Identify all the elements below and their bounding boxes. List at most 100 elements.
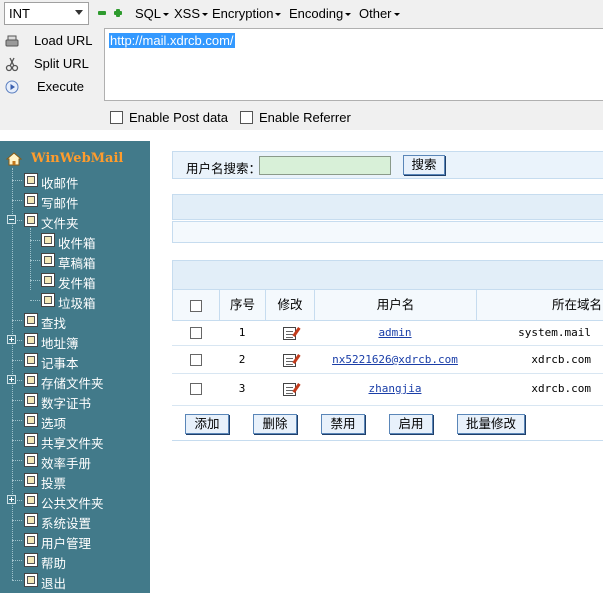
- tree-connector: [12, 360, 22, 361]
- edit-icon[interactable]: [283, 382, 296, 396]
- select-all-cell: [173, 290, 220, 320]
- batch-edit-button[interactable]: 批量修改: [457, 414, 525, 434]
- collapse-icon[interactable]: [7, 215, 16, 224]
- tree-connector: [12, 480, 22, 481]
- search-button[interactable]: 搜索: [403, 155, 445, 175]
- tree-connector: [12, 200, 22, 201]
- row-username-link[interactable]: zhangjia: [314, 373, 476, 405]
- sidebar-item-label: 退出: [41, 577, 67, 591]
- enable-referrer-label: Enable Referrer: [259, 110, 351, 125]
- sidebar-item-label: 公共文件夹: [41, 497, 104, 511]
- enable-button[interactable]: 启用: [389, 414, 433, 434]
- type-select[interactable]: INT: [4, 2, 89, 25]
- options-icon: [24, 413, 38, 427]
- handbook-icon: [24, 453, 38, 467]
- row-index: 1: [238, 326, 246, 339]
- row-index: 2: [238, 353, 246, 366]
- execute-button[interactable]: Execute: [0, 77, 100, 97]
- tree-connector: [12, 580, 22, 581]
- split-url-button[interactable]: Split URL: [0, 54, 100, 74]
- tree-connector: [12, 168, 13, 580]
- sidebar-item-label: 记事本: [41, 357, 79, 371]
- sidebar-item-label: 帮助: [41, 557, 67, 571]
- sidebar-item-label: 用户管理: [41, 537, 92, 551]
- row-checkbox[interactable]: [189, 327, 202, 339]
- menu-encoding[interactable]: Encoding: [289, 6, 352, 22]
- sidebar-home-label: WinWebMail: [31, 151, 124, 166]
- sidebar-item-label: 系统设置: [41, 517, 92, 531]
- chevron-down-icon: [75, 10, 83, 15]
- enable-referrer-checkbox[interactable]: Enable Referrer: [240, 110, 351, 125]
- search-icon: [24, 313, 38, 327]
- username-search-input[interactable]: [259, 156, 391, 175]
- select-all-checkbox[interactable]: [190, 299, 202, 312]
- expand-icon[interactable]: [7, 495, 16, 504]
- type-select-value: INT: [9, 6, 30, 21]
- sidebar-item-label: 存储文件夹: [41, 377, 104, 391]
- url-value: http://mail.xdrcb.com/: [109, 33, 235, 48]
- scissors-icon: [5, 57, 19, 72]
- minus-icon[interactable]: [97, 8, 107, 18]
- row-checkbox[interactable]: [189, 354, 202, 366]
- load-url-icon: [5, 35, 19, 47]
- menu-xss[interactable]: XSS: [174, 6, 209, 22]
- system-settings-icon: [24, 513, 38, 527]
- help-icon: [24, 553, 38, 567]
- sidebar-item-label: 写邮件: [41, 197, 79, 211]
- tree-connector: [30, 240, 40, 241]
- column-header-domain: 所在域名: [551, 298, 602, 312]
- load-url-label: Load URL: [34, 33, 93, 48]
- sidebar-item-label: 选项: [41, 417, 67, 431]
- search-bar: 用户名搜索： 搜索: [172, 151, 603, 179]
- row-edit-cell: [265, 347, 314, 373]
- plus-icon[interactable]: [113, 8, 123, 18]
- enable-post-checkbox[interactable]: Enable Post data: [110, 110, 228, 125]
- row-checkbox[interactable]: [189, 383, 202, 395]
- checkbox-box[interactable]: [110, 111, 123, 124]
- expand-icon[interactable]: [7, 375, 16, 384]
- username-link[interactable]: admin: [378, 326, 411, 339]
- url-textarea[interactable]: http://mail.xdrcb.com/: [104, 28, 603, 101]
- info-band: [172, 221, 603, 243]
- inbox-icon: [24, 173, 38, 187]
- delete-button[interactable]: 删除: [253, 414, 297, 434]
- menu-xss-label: XSS: [174, 6, 201, 21]
- load-url-button[interactable]: Load URL: [0, 31, 100, 51]
- menu-other[interactable]: Other: [359, 6, 400, 22]
- column-header-username: 用户名: [315, 290, 477, 320]
- menu-other-label: Other: [359, 6, 392, 21]
- row-username-link[interactable]: nx5221626@xdrcb.com: [314, 347, 476, 373]
- row-domain: system.mail: [518, 326, 591, 339]
- row-select-cell: [172, 321, 219, 345]
- execute-label: Execute: [37, 79, 84, 94]
- edit-icon[interactable]: [283, 326, 296, 340]
- caret-down-icon: [163, 13, 170, 17]
- certificate-icon: [24, 393, 38, 407]
- add-button[interactable]: 添加: [185, 414, 229, 434]
- menu-encryption[interactable]: Encryption: [212, 6, 282, 22]
- username-link[interactable]: nx5221626@xdrcb.com: [332, 353, 458, 366]
- tree-connector: [12, 320, 22, 321]
- sidebar-item-label: 垃圾箱: [58, 297, 96, 311]
- username-link[interactable]: zhangjia: [369, 382, 422, 395]
- tree-connector: [30, 260, 40, 261]
- sidebar-item-label: 地址簿: [41, 337, 79, 351]
- row-select-cell: [172, 373, 219, 405]
- row-username-link[interactable]: admin: [314, 321, 476, 345]
- storage-folder-icon: [24, 373, 38, 387]
- menu-sql[interactable]: SQL: [135, 6, 170, 22]
- sidebar-item-label: 收件箱: [58, 237, 96, 251]
- checkbox-box[interactable]: [240, 111, 253, 124]
- play-icon: [5, 80, 19, 94]
- expand-icon[interactable]: [7, 335, 16, 344]
- disable-button[interactable]: 禁用: [321, 414, 365, 434]
- table-row: 2 nx5221626@xdrcb.com xdrcb.com: [172, 347, 603, 373]
- sidebar-item-label: 效率手册: [41, 457, 92, 471]
- tree-connector: [12, 420, 22, 421]
- edit-icon[interactable]: [283, 353, 296, 367]
- tree-connector: [12, 520, 22, 521]
- home-icon: [6, 152, 22, 166]
- caret-down-icon: [393, 13, 400, 17]
- tree-connector: [12, 560, 22, 561]
- caret-down-icon: [345, 13, 352, 17]
